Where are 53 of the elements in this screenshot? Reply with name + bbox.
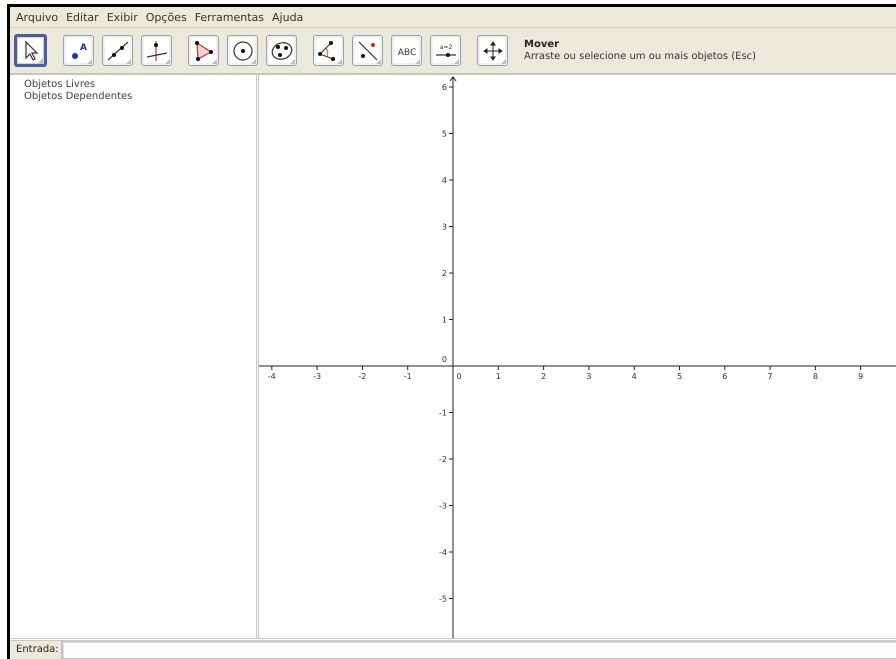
input-field[interactable] (62, 641, 896, 659)
axis-label: -5 (439, 594, 447, 604)
tool-button[interactable] (266, 35, 297, 66)
axis-label: 6 (442, 83, 447, 92)
graphics-view[interactable]: -4 -3 -2 -1 0 1 2 3 4 5 6 7 8 9 6 5 4 3 2 1 0 -1 -2 -3 -4 -5 (259, 75, 896, 638)
menu-item[interactable]: Editar (62, 10, 103, 24)
axis-label: 0 (456, 372, 462, 381)
axis-label: 1 (442, 316, 447, 324)
menu-item[interactable]: Opções (142, 10, 191, 24)
line-points-icon (356, 38, 380, 62)
menu-item[interactable]: Ajuda (268, 10, 308, 24)
perpendicular-lines-icon (144, 38, 168, 62)
axis-label: 2 (442, 269, 447, 278)
axis-label: 5 (676, 372, 682, 381)
axis-label: 9 (858, 372, 864, 381)
axis-label: -1 (439, 408, 447, 418)
axis-label: 7 (768, 372, 773, 381)
algebra-item[interactable]: Objetos Dependentes (24, 91, 256, 102)
axis-label: 1 (496, 372, 501, 381)
tool-button[interactable] (14, 34, 47, 67)
tool-button[interactable] (141, 35, 172, 66)
tool-help: Arraste ou selecione um ou mais objetos (Esc) (524, 51, 756, 62)
tool-button[interactable] (477, 35, 508, 66)
axis-label: -2 (439, 455, 447, 464)
axis-label: 2 (541, 372, 546, 381)
axis-label: 4 (442, 176, 447, 185)
tool-button[interactable] (313, 35, 344, 66)
tool-button[interactable] (188, 35, 219, 66)
axis-label: 8 (812, 372, 818, 381)
axis-label: -2 (358, 372, 366, 381)
axis-label: -3 (313, 372, 322, 381)
tool-button[interactable] (352, 35, 383, 66)
menu-item[interactable]: Arquivo (12, 10, 62, 24)
menu-item[interactable]: Ferramentas (190, 10, 268, 24)
axis-label: 5 (442, 130, 447, 138)
axis-label: 4 (632, 372, 637, 381)
line-icon (106, 38, 130, 62)
axis-label: -4 (439, 548, 447, 557)
circle-icon (230, 38, 254, 62)
axis-label: 3 (442, 222, 447, 232)
tool-button[interactable] (227, 35, 258, 66)
axis-label: 0 (442, 355, 447, 364)
menu-item[interactable]: Exibir (102, 10, 142, 24)
algebra-item[interactable]: Objetos Livres (24, 79, 256, 90)
axis-label: 6 (722, 372, 728, 381)
tool-name: Mover (524, 39, 560, 50)
axis-label: 3 (586, 372, 592, 381)
axis-label: -3 (439, 502, 447, 510)
input-label: Entrada: (10, 641, 62, 659)
axis-label: -1 (404, 372, 412, 381)
tool-button[interactable] (102, 35, 133, 66)
move-arrows-icon (480, 38, 504, 62)
axis-label: -4 (268, 372, 276, 381)
